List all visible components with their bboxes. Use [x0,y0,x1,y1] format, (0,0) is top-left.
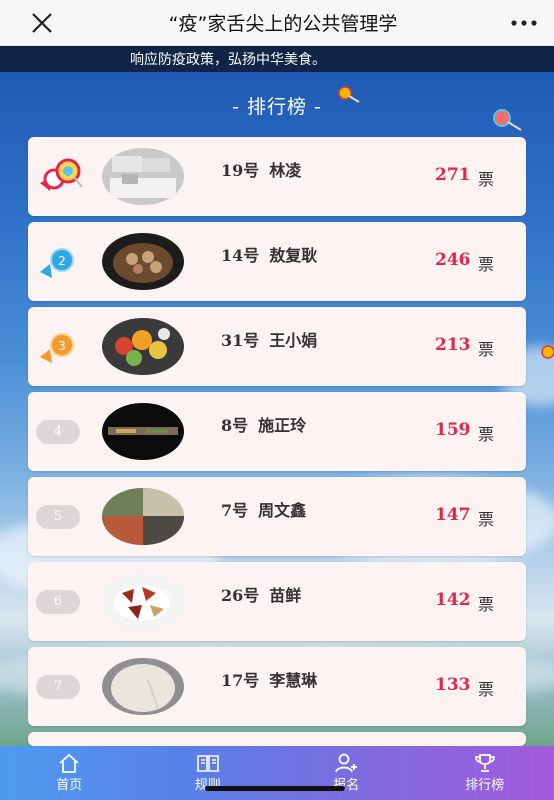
entry-name: 7号 周文鑫 [221,501,307,520]
rank-badge: 7 [36,675,80,699]
dish-photo [102,403,184,460]
dish-photo [102,658,184,715]
svg-text:2: 2 [58,254,66,268]
rank-badge: 6 [36,590,80,614]
vote-count: 213 [435,335,471,355]
tab-rules[interactable]: 规则 [139,746,278,800]
vote-count: 147 [435,505,471,525]
rank-badge: 4 [36,420,80,444]
dish-photo [102,233,184,290]
entry-name: 19号 林凌 [221,161,302,180]
home-icon [59,753,79,773]
bottom-tab-bar: 首页 规则 报名 排行榜 [0,746,554,800]
dish-photo [102,148,184,205]
list-item[interactable]: 3 31号 王小娟 213 票 [28,307,526,386]
rank-1-ribbon-icon [40,158,82,191]
add-user-icon [335,753,358,773]
page-title: “疫”家舌尖上的公共管理学 [168,13,398,35]
vote-count: 271 [435,165,471,185]
notice-text: 响应防疫政策，弘扬中华美食。 [130,52,326,68]
entry-name: 14号 敖复耿 [221,246,318,265]
more-icon [511,19,537,26]
tab-label: 首页 [56,778,83,793]
dish-photo [102,488,184,545]
vote-unit: 票 [478,425,495,444]
home-indicator [205,786,345,791]
list-item[interactable]: 5 7号 周文鑫 147 票 [28,477,526,556]
more-button[interactable] [494,0,554,46]
dish-photo [102,573,184,630]
lollipop-icon [541,345,554,359]
vote-count: 159 [435,420,471,440]
dish-photo [102,318,184,375]
list-item[interactable]: 4 8号 施正玲 159 票 [28,392,526,471]
list-item[interactable]: 6 26号 苗鲜 142 票 [28,562,526,641]
vote-unit: 票 [478,510,495,529]
book-icon [196,755,219,772]
vote-count: 133 [435,675,471,695]
trophy-icon [474,754,495,772]
tab-signup[interactable]: 报名 [277,746,416,800]
vote-count: 142 [435,590,471,610]
tab-leaderboard[interactable]: 排行榜 [416,746,554,800]
rank-2-ribbon-icon: 2 [40,248,74,278]
ranking-heading: - 排行榜 - [232,96,322,118]
vote-unit: 票 [478,595,495,614]
entry-name: 17号 李慧琳 [221,671,318,690]
rank-badge: 5 [36,505,80,529]
entry-name: 8号 施正玲 [221,416,307,435]
rank-3-ribbon-icon: 3 [40,333,74,363]
entry-name: 31号 王小娟 [221,331,318,350]
vote-unit: 票 [478,255,495,274]
svg-text:3: 3 [58,339,66,353]
tab-label: 排行榜 [465,778,505,793]
vote-count: 246 [435,250,471,270]
vote-unit: 票 [478,170,495,189]
vote-unit: 票 [478,340,495,359]
entry-name: 26号 苗鲜 [221,586,302,605]
ranking-list: 19号 林凌 271 票 2 14号 敖复耿 246 票 3 31号 王小娟 2… [28,137,526,752]
notice-marquee: 响应防疫政策，弘扬中华美食。 [0,46,554,72]
tab-home[interactable]: 首页 [0,746,139,800]
list-item[interactable]: 19号 林凌 271 票 [28,137,526,216]
list-item[interactable]: 7 17号 李慧琳 133 票 [28,647,526,726]
close-icon [32,12,52,33]
list-item[interactable] [28,732,526,746]
vote-unit: 票 [478,680,495,699]
title-bar: “疫”家舌尖上的公共管理学 [0,0,554,46]
list-item[interactable]: 2 14号 敖复耿 246 票 [28,222,526,301]
close-button[interactable] [22,0,62,46]
